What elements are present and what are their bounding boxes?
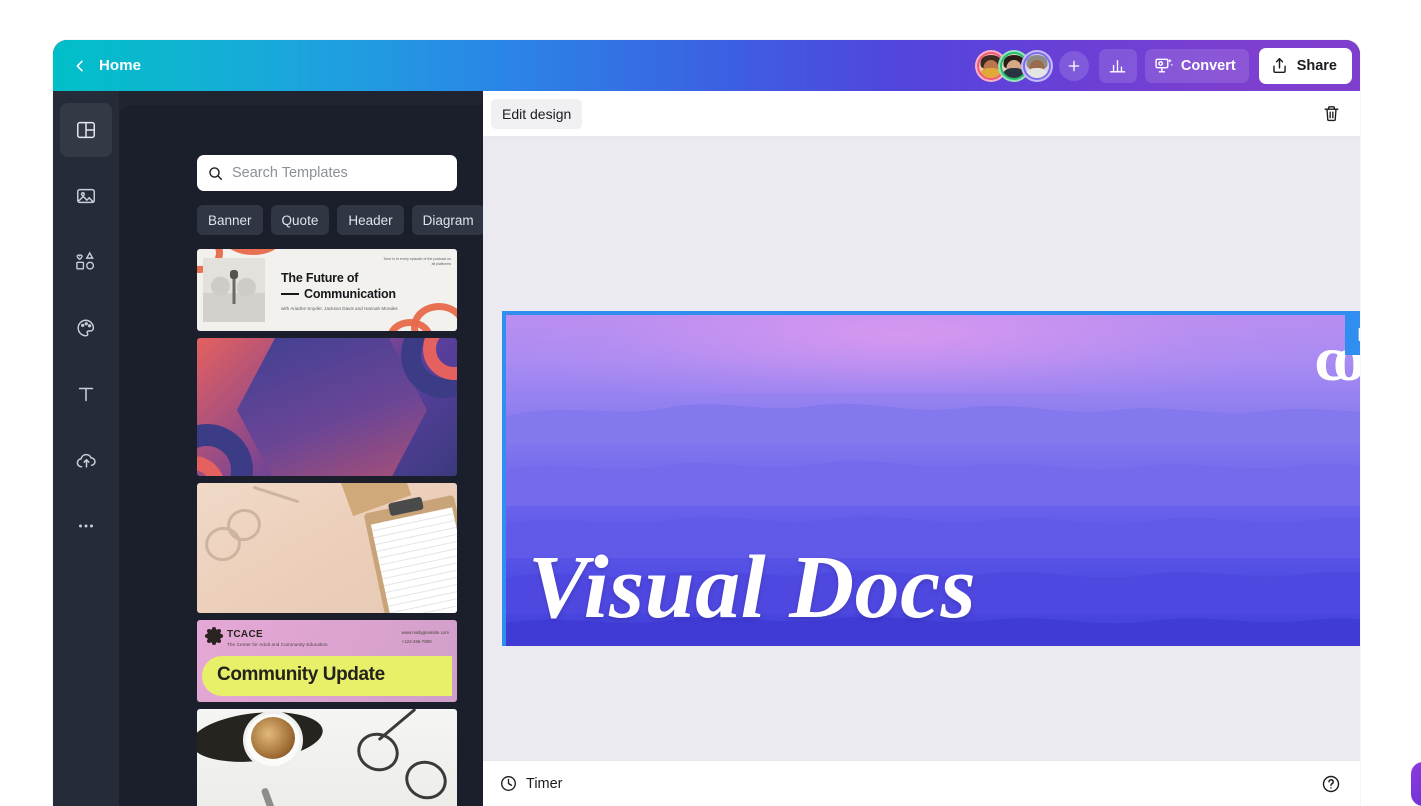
app-window: Home Convert Share Search Templates Bann… xyxy=(53,40,1360,806)
sidebar-item-more[interactable] xyxy=(60,499,112,553)
editor-area: Edit design co Visual Docs Timer xyxy=(483,91,1360,806)
sidebar-item-design[interactable] xyxy=(60,103,112,157)
decor-hexagon xyxy=(237,338,427,476)
share-upload-icon xyxy=(1270,56,1289,75)
cloud-upload-icon xyxy=(75,449,98,472)
decor-glasses-lens xyxy=(351,726,405,778)
templates-panel: Search Templates Banner Quote Header Dia… xyxy=(119,105,483,806)
banner-selected-frame[interactable]: co Visual Docs B xyxy=(502,311,1360,646)
template-corner-note: Tune in to every episode of the podcast … xyxy=(383,257,451,267)
template-card[interactable] xyxy=(197,338,457,476)
chip-diagram[interactable]: Diagram xyxy=(411,205,483,235)
chip-banner[interactable]: Banner xyxy=(197,205,263,235)
template-contact-phone: +123-456-7890 xyxy=(401,638,432,644)
sidebar-item-brand[interactable] xyxy=(60,301,112,355)
search-placeholder: Search Templates xyxy=(232,165,348,181)
top-header-bar: Home Convert Share xyxy=(53,40,1360,91)
sidebar-item-text[interactable] xyxy=(60,367,112,421)
sidebar-item-uploads[interactable] xyxy=(60,433,112,487)
decor-glasses-lens xyxy=(399,754,453,806)
template-brand-sub: The Center for Adult and Community Educa… xyxy=(227,642,328,647)
template-headline: Community Update xyxy=(217,664,385,685)
convert-button[interactable]: Convert xyxy=(1144,48,1249,83)
template-subtitle: with Ariadne Snyder, Jackson Davis and H… xyxy=(281,306,398,311)
clock-icon xyxy=(499,774,518,793)
owner-initial-badge: B xyxy=(1345,315,1360,355)
editor-bottom-bar: Timer xyxy=(483,760,1360,806)
convert-label: Convert xyxy=(1180,57,1236,74)
banner-design-wrapper: co Visual Docs B xyxy=(502,311,1360,646)
magic-presentation-icon xyxy=(1154,56,1174,76)
editor-toolbar: Edit design xyxy=(483,91,1360,137)
collaborator-avatars xyxy=(974,49,1053,82)
search-icon xyxy=(207,165,224,182)
design-layout-icon xyxy=(75,119,97,141)
search-templates-input[interactable]: Search Templates xyxy=(197,155,457,191)
decor-spoon xyxy=(260,787,285,806)
sidebar-item-media[interactable] xyxy=(60,169,112,223)
avatar[interactable] xyxy=(1020,49,1053,82)
template-card[interactable] xyxy=(197,483,457,613)
edit-design-button[interactable]: Edit design xyxy=(491,98,583,129)
shapes-elements-icon xyxy=(74,250,98,274)
mountain-ridge xyxy=(506,384,1360,444)
image-icon xyxy=(75,185,97,207)
more-dots-icon xyxy=(75,515,97,537)
decor-ring xyxy=(197,424,253,476)
template-card[interactable] xyxy=(197,709,457,806)
decor-glasses-arm xyxy=(252,485,300,504)
floating-assistant-widget[interactable] xyxy=(1411,762,1421,806)
template-title-line2: Communication xyxy=(281,287,396,301)
decor-shape xyxy=(225,249,281,255)
sidebar-item-elements[interactable] xyxy=(60,235,112,289)
banner-title[interactable]: Visual Docs xyxy=(528,542,976,631)
design-canvas[interactable]: co Visual Docs B Ben xyxy=(483,137,1360,760)
template-category-chips: Banner Quote Header Diagram xyxy=(197,205,483,235)
template-brand: TCACE xyxy=(227,629,263,640)
gear-logo-icon xyxy=(207,629,221,643)
question-circle-icon[interactable] xyxy=(1318,771,1344,797)
share-label: Share xyxy=(1296,57,1337,74)
chip-quote[interactable]: Quote xyxy=(270,205,330,235)
left-sidebar-rail xyxy=(53,91,119,806)
template-photo xyxy=(203,258,265,322)
decor-clipboard xyxy=(363,494,457,613)
template-results-list: Tune in to every episode of the podcast … xyxy=(197,249,457,806)
template-contact-site: www.reallygreatsite.com xyxy=(401,630,449,635)
template-card[interactable]: TCACE The Center for Adult and Community… xyxy=(197,620,457,702)
back-chevron-icon[interactable] xyxy=(67,53,93,79)
trash-icon[interactable] xyxy=(1316,99,1346,129)
template-card[interactable]: Tune in to every episode of the podcast … xyxy=(197,249,457,331)
decor-coffee xyxy=(251,717,295,759)
add-collaborator-button[interactable] xyxy=(1058,50,1089,81)
template-title-line1: The Future of xyxy=(281,271,359,285)
home-label[interactable]: Home xyxy=(99,57,141,74)
decor-rule xyxy=(281,293,299,295)
header-actions: Convert Share xyxy=(974,40,1360,91)
template-contact: www.reallygreatsite.com +123-456-7890 xyxy=(402,629,449,647)
timer-button[interactable]: Timer xyxy=(493,769,569,799)
share-button[interactable]: Share xyxy=(1258,47,1352,84)
chip-header[interactable]: Header xyxy=(337,205,404,235)
palette-brand-icon xyxy=(75,317,97,339)
insights-bar-chart-button[interactable] xyxy=(1098,48,1137,83)
timer-label: Timer xyxy=(526,775,563,792)
template-title-line2-text: Communication xyxy=(304,287,396,301)
text-t-icon xyxy=(75,383,97,405)
